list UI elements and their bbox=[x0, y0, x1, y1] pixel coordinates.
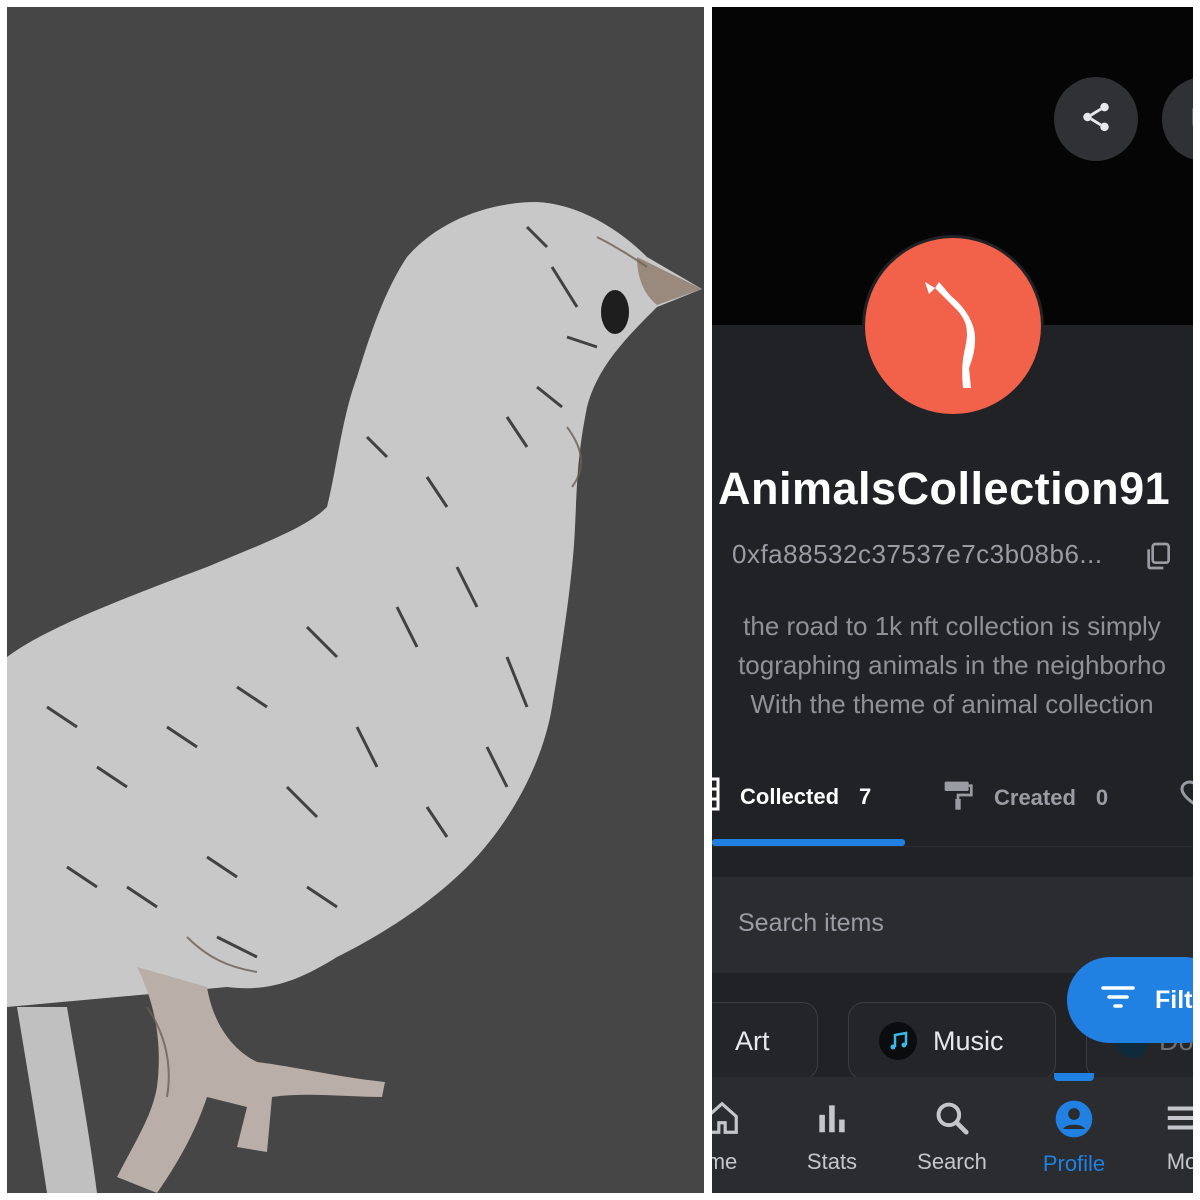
nav-label: Search bbox=[917, 1149, 987, 1174]
profile-icon bbox=[1054, 1100, 1094, 1144]
category-chip-music[interactable]: Music bbox=[848, 1002, 1056, 1080]
nav-label: Profile bbox=[1042, 1151, 1106, 1176]
search-input[interactable]: Search items bbox=[738, 909, 884, 938]
nav-label: Stats bbox=[806, 1149, 858, 1174]
grid-icon bbox=[712, 777, 720, 817]
tab-divider bbox=[712, 846, 1193, 847]
filter-button[interactable]: Filt bbox=[1067, 957, 1193, 1043]
bio-line: tographing animals in the neighborho bbox=[738, 650, 1166, 680]
filter-icon bbox=[1101, 984, 1135, 1017]
chick-illustration bbox=[7, 202, 702, 1193]
tab-count: 0 bbox=[1095, 785, 1109, 810]
share-button[interactable] bbox=[1054, 77, 1138, 161]
wallet-address: 0xfa88532c37537e7c3b08b6... bbox=[732, 539, 1103, 569]
search-icon bbox=[932, 1102, 972, 1142]
profile-screen: AnimalsCollection91 0xfa88532c37537e7c3b… bbox=[712, 7, 1193, 1193]
tab-label: Created bbox=[994, 785, 1076, 810]
bio-line: With the theme of animal collection bbox=[750, 689, 1154, 719]
active-tab-indicator bbox=[712, 839, 905, 846]
tab-label: Collected bbox=[740, 784, 840, 809]
nav-label: Mo bbox=[1166, 1149, 1193, 1174]
paint-roller-icon bbox=[942, 777, 974, 819]
music-note-icon bbox=[879, 1022, 917, 1060]
category-chip-art[interactable]: Art bbox=[712, 1002, 818, 1080]
chick-photo-panel bbox=[7, 7, 704, 1193]
tab-created[interactable]: Created 0 bbox=[942, 777, 1108, 819]
menu-icon bbox=[1162, 1106, 1193, 1142]
chip-label: Music bbox=[933, 1025, 1004, 1056]
profile-bio: the road to 1k nft collection is simply … bbox=[712, 607, 1193, 724]
active-nav-indicator bbox=[1054, 1073, 1094, 1081]
chip-label: Art bbox=[735, 1025, 770, 1056]
profile-avatar[interactable] bbox=[862, 235, 1044, 417]
nav-search[interactable]: Search bbox=[892, 1099, 1012, 1175]
copy-icon[interactable] bbox=[1142, 539, 1174, 578]
tab-collected[interactable]: Collected 7 bbox=[712, 777, 871, 817]
home-icon bbox=[712, 1101, 742, 1142]
bio-line: the road to 1k nft collection is simply bbox=[743, 611, 1161, 641]
nav-profile[interactable]: Profile bbox=[1014, 1099, 1134, 1177]
share-icon bbox=[1079, 100, 1113, 139]
cat-avatar-image bbox=[925, 282, 976, 388]
bar-chart-icon bbox=[812, 1105, 852, 1142]
filter-label: Filt bbox=[1155, 985, 1193, 1014]
collage-frame: AnimalsCollection91 0xfa88532c37537e7c3b… bbox=[0, 0, 1200, 1200]
profile-username: AnimalsCollection91 bbox=[718, 463, 1171, 514]
nav-more[interactable]: Mo bbox=[1122, 1099, 1193, 1175]
tab-count: 7 bbox=[859, 784, 872, 809]
more-icon bbox=[1189, 100, 1193, 139]
favorites-icon[interactable] bbox=[1178, 779, 1193, 814]
nav-stats[interactable]: Stats bbox=[772, 1099, 892, 1175]
